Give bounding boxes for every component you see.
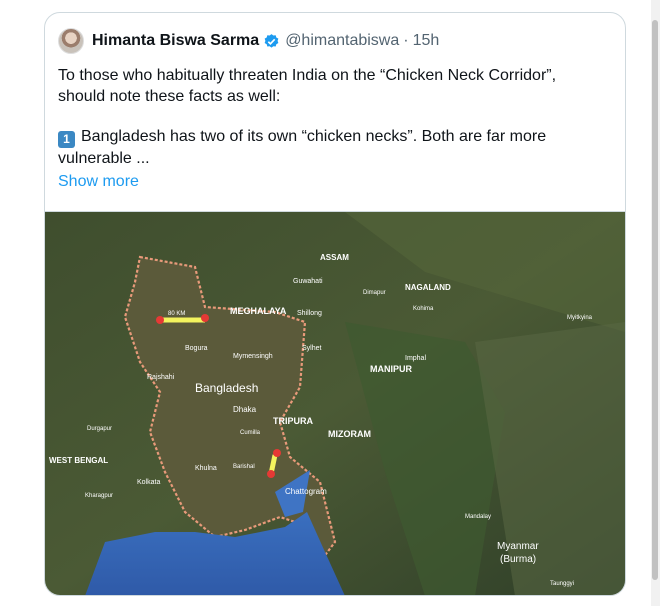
tweet-text: To those who habitually threaten India o…: [58, 65, 618, 169]
show-more-link[interactable]: Show more: [58, 173, 139, 191]
map-label-khulna: Khulna: [195, 465, 217, 472]
tweet-image-map[interactable]: 80 KM Bangladesh MEGHALAYA ASSAM NAGALAN…: [45, 211, 625, 595]
tweet-line-2: should note these facts as well:: [58, 88, 281, 105]
tweet-point-1-cont: vulnerable ...: [58, 150, 150, 167]
map-label-taunggyi: Taunggyi: [550, 581, 574, 587]
tweet-time[interactable]: 15h: [413, 32, 440, 50]
map-label-mizoram: MIZORAM: [328, 429, 371, 439]
author-name[interactable]: Himanta Biswa Sarma: [92, 32, 259, 50]
map-label-tripura: TRIPURA: [273, 416, 313, 426]
map-label-bogura: Bogura: [185, 345, 208, 352]
map-label-burma: (Burma): [500, 554, 536, 565]
tweet-line-1: To those who habitually threaten India o…: [58, 67, 557, 84]
tweet-card[interactable]: Himanta Biswa Sarma @himantabiswa · 15h …: [44, 12, 626, 596]
map-label-bangladesh: Bangladesh: [195, 381, 258, 395]
point-line-1: Bangladesh has two of its own “chicken n…: [81, 128, 547, 145]
map-label-dimapur: Dimapur: [363, 290, 386, 296]
map-label-assam: ASSAM: [320, 253, 349, 262]
tweet-header: Himanta Biswa Sarma @himantabiswa · 15h: [58, 27, 439, 55]
separator-dot: ·: [403, 32, 409, 49]
tweet-point-1: 1 Bangladesh has two of its own “chicken …: [58, 126, 618, 148]
corridor-label: 80 KM: [168, 311, 185, 317]
map-label-durgapur: Durgapur: [87, 426, 112, 432]
map-label-mymensingh: Mymensingh: [233, 353, 273, 360]
map-label-manipur: MANIPUR: [370, 364, 412, 374]
keycap-one-icon: 1: [58, 131, 75, 148]
map-label-kolkata: Kolkata: [137, 479, 160, 486]
map-label-myanmar: Myanmar: [497, 541, 539, 552]
map-label-rajshahi: Rajshahi: [147, 374, 175, 381]
map-label-shillong: Shillong: [297, 310, 322, 317]
map-label-guwahati: Guwahati: [293, 278, 323, 285]
map-label-kohima: Kohima: [413, 306, 434, 312]
avatar[interactable]: [58, 28, 84, 54]
map-label-kharagpur: Kharagpur: [85, 493, 113, 499]
verified-badge-icon: [263, 33, 280, 50]
map-label-sylhet: Sylhet: [302, 345, 322, 352]
map-label-cumilla: Cumilla: [240, 430, 261, 436]
map-label-dhaka: Dhaka: [233, 405, 257, 414]
map-label-west-bengal: WEST BENGAL: [49, 456, 108, 465]
map-label-chattogram: Chattogram: [285, 487, 327, 496]
map-label-mandalay: Mandalay: [465, 514, 491, 520]
map-label-imphal: Imphal: [405, 355, 426, 362]
map-label-myitkyina: Myitkyina: [567, 315, 593, 321]
map-label-barishal: Barishal: [233, 464, 255, 470]
scrollbar-thumb[interactable]: [652, 20, 658, 580]
map-label-meghalaya: MEGHALAYA: [230, 306, 287, 316]
map-label-nagaland: NAGALAND: [405, 283, 451, 292]
author-handle[interactable]: @himantabiswa: [285, 32, 399, 50]
